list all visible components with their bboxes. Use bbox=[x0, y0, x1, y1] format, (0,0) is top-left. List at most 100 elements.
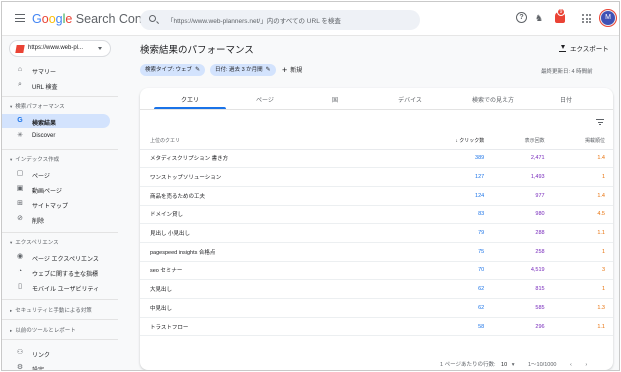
position-cell: 3 bbox=[552, 261, 613, 281]
download-icon bbox=[559, 45, 566, 52]
page-experience-icon: ◉ bbox=[16, 253, 24, 260]
search-icon: ⌕ bbox=[18, 81, 22, 88]
query-cell: ドメイン貸し bbox=[140, 205, 392, 225]
property-favicon-icon bbox=[15, 45, 25, 53]
table-row[interactable]: メタディスクリプション 書き方 389 2,471 1.4 bbox=[140, 149, 613, 169]
menu-icon[interactable] bbox=[15, 14, 25, 22]
rows-per-page-select[interactable]: 10 bbox=[501, 362, 507, 368]
table-row[interactable]: ワンストップソリューション 127 1,493 1 bbox=[140, 167, 613, 187]
last-updated: 最終更新日: 4 時間前 bbox=[541, 69, 593, 75]
clicks-cell: 62 bbox=[391, 279, 493, 299]
tab-pages[interactable]: ページ bbox=[230, 95, 300, 104]
section-performance[interactable]: ▾ 検索パフォーマンス bbox=[10, 102, 65, 110]
clicks-cell: 70 bbox=[391, 261, 493, 281]
query-cell: ワンストップソリューション bbox=[140, 167, 392, 187]
column-header-position[interactable]: 掲載順位 bbox=[552, 132, 613, 150]
clicks-cell: 62 bbox=[391, 298, 493, 318]
new-filter-button[interactable]: + 新規 bbox=[282, 65, 302, 75]
sidebar-item-links[interactable]: ⚇ リンク bbox=[2, 346, 110, 360]
filter-chip-date[interactable]: 日付: 過去 3 か月間 ✎ bbox=[210, 64, 276, 76]
tab-devices[interactable]: デバイス bbox=[370, 95, 450, 104]
table-row[interactable]: seo セミナー 70 4,519 3 bbox=[140, 261, 613, 281]
table-row[interactable]: 商品を売るための工夫 124 977 1.4 bbox=[140, 186, 613, 206]
page-range: 1〜10/1000 bbox=[528, 362, 557, 368]
tab-dates[interactable]: 日付 bbox=[536, 95, 596, 104]
query-cell: pagespeed insights 合格点 bbox=[140, 242, 392, 262]
sidebar-divider bbox=[2, 299, 118, 300]
table-row[interactable]: pagespeed insights 合格点 75 258 1 bbox=[140, 242, 613, 262]
table-row[interactable]: トラストフロー 58 296 1.1 bbox=[140, 317, 613, 337]
sidebar-item-core-web-vitals[interactable]: ◔ ウェブに関する主な指標 bbox=[2, 265, 110, 279]
table-row[interactable]: 中見出し 62 585 1.3 bbox=[140, 298, 613, 318]
table-row[interactable]: 大見出し 62 815 1 bbox=[140, 279, 613, 299]
query-cell: メタディスクリプション 書き方 bbox=[140, 149, 392, 169]
app-frame: Google Search Console 「https://www.web-p… bbox=[1, 1, 620, 371]
table-row[interactable]: ドメイン貸し 83 980 4.5 bbox=[140, 205, 613, 225]
sidebar-item-overview[interactable]: ⌂ サマリー bbox=[2, 63, 110, 77]
impressions-cell: 296 bbox=[492, 317, 553, 337]
sidebar-item-mobile-usability[interactable]: ▯ モバイル ユーザビリティ bbox=[2, 280, 110, 294]
chevron-down-icon bbox=[98, 47, 102, 50]
sidebar-item-page-experience[interactable]: ◉ ページ エクスペリエンス bbox=[2, 250, 110, 264]
table-row[interactable]: 見出し 小見出し 79 288 1.1 bbox=[140, 223, 613, 243]
export-button[interactable]: エクスポート bbox=[559, 43, 609, 53]
help-icon[interactable]: ? bbox=[516, 12, 527, 23]
chevron-down-icon: ▾ bbox=[511, 362, 515, 368]
url-inspection-search[interactable]: 「https://www.web-planners.net/」内のすべての UR… bbox=[140, 10, 420, 30]
report-card: クエリ ページ 国 デバイス 検索での見え方 日付 上位のクエリ ↓ クリック数… bbox=[140, 88, 613, 370]
users-icon[interactable]: ♞ bbox=[535, 12, 543, 24]
apps-grid-icon[interactable] bbox=[582, 14, 591, 23]
search-placeholder: 「https://www.web-planners.net/」内のすべての UR… bbox=[167, 18, 341, 25]
filter-chip-search-type[interactable]: 検索タイプ: ウェブ ✎ bbox=[140, 64, 206, 76]
column-header-query[interactable]: 上位のクエリ bbox=[140, 132, 392, 150]
section-experience[interactable]: ▾ エクスペリエンス bbox=[10, 238, 59, 246]
pagination: 1 ページあたりの行数: 10 ▾ 1〜10/1000 ‹ › bbox=[440, 362, 588, 368]
next-page-icon[interactable]: › bbox=[585, 362, 587, 368]
property-selector[interactable]: https://www.web-pl... bbox=[9, 40, 111, 57]
search-icon bbox=[149, 15, 156, 22]
impressions-cell: 288 bbox=[492, 223, 553, 243]
plus-icon: + bbox=[282, 65, 288, 75]
clicks-cell: 124 bbox=[391, 186, 493, 206]
position-cell: 1.4 bbox=[552, 186, 613, 206]
clicks-cell: 58 bbox=[391, 317, 493, 337]
sidebar-item-discover[interactable]: ✳ Discover bbox=[2, 129, 110, 143]
tab-search-appearance[interactable]: 検索での見え方 bbox=[450, 95, 536, 104]
sidebar-divider bbox=[2, 149, 118, 150]
column-header-impressions[interactable]: 表示回数 bbox=[492, 132, 553, 150]
sidebar-item-video-pages[interactable]: ▣ 動画ページ bbox=[2, 182, 110, 196]
tab-countries[interactable]: 国 bbox=[300, 95, 370, 104]
sidebar-item-pages[interactable]: ▢ ページ bbox=[2, 167, 110, 181]
column-header-clicks[interactable]: ↓ クリック数 bbox=[391, 132, 493, 150]
sidebar-item-sitemaps[interactable]: ⊞ サイトマップ bbox=[2, 197, 110, 211]
position-cell: 1.1 bbox=[552, 317, 613, 337]
position-cell: 4.5 bbox=[552, 205, 613, 225]
notifications-icon[interactable]: 9 bbox=[555, 8, 565, 23]
section-legacy-tools[interactable]: ▸ 以前のツールとレポート bbox=[10, 326, 76, 334]
sidebar-item-settings[interactable]: ⚙ 設定 bbox=[2, 361, 110, 370]
section-indexing[interactable]: ▾ インデックス作成 bbox=[10, 155, 59, 163]
impressions-cell: 4,519 bbox=[492, 261, 553, 281]
section-security[interactable]: ▸ セキュリティと手動による対策 bbox=[10, 306, 92, 314]
query-cell: トラストフロー bbox=[140, 317, 392, 337]
filter-rows-icon[interactable] bbox=[596, 119, 604, 125]
impressions-cell: 1,493 bbox=[492, 167, 553, 187]
sidebar-item-removals[interactable]: ⊘ 削除 bbox=[2, 212, 110, 226]
query-cell: 大見出し bbox=[140, 279, 392, 299]
position-cell: 1 bbox=[552, 279, 613, 299]
tab-queries[interactable]: クエリ bbox=[154, 95, 226, 104]
web-vitals-icon: ◔ bbox=[17, 268, 23, 275]
clicks-cell: 127 bbox=[391, 167, 493, 187]
sidebar-item-search-results[interactable]: G 検索結果 bbox=[2, 114, 110, 128]
account-avatar[interactable]: M bbox=[600, 10, 616, 26]
clicks-cell: 389 bbox=[391, 149, 493, 169]
position-cell: 1.4 bbox=[552, 149, 613, 169]
query-cell: 中見出し bbox=[140, 298, 392, 318]
prev-page-icon[interactable]: ‹ bbox=[570, 362, 572, 368]
position-cell: 1.3 bbox=[552, 298, 613, 318]
mobile-icon: ▯ bbox=[18, 283, 22, 290]
edit-icon: ✎ bbox=[195, 67, 201, 73]
position-cell: 1 bbox=[552, 242, 613, 262]
sidebar-item-url-inspection[interactable]: ⌕ URL 検査 bbox=[2, 78, 110, 92]
impressions-cell: 815 bbox=[492, 279, 553, 299]
